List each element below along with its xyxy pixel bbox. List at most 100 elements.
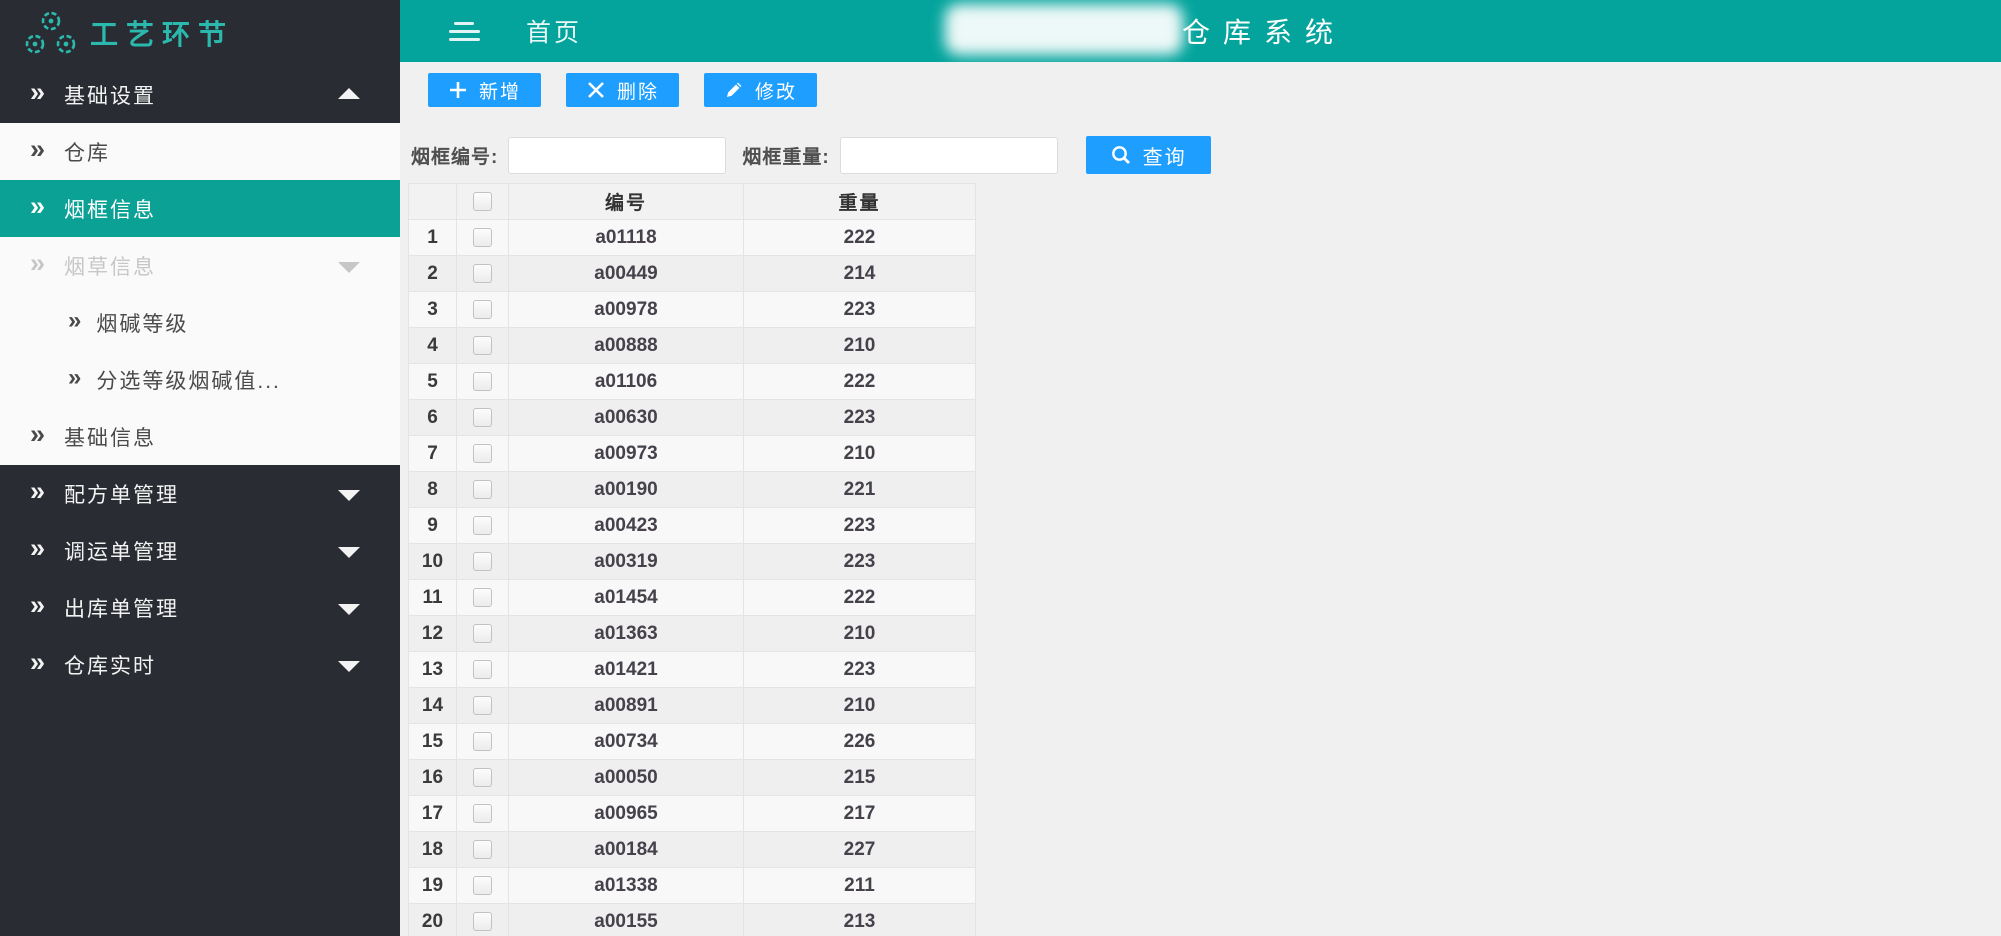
table-row[interactable]: 17 a00965 217	[409, 796, 976, 832]
row-checkbox[interactable]	[473, 372, 492, 391]
caret-down-icon	[338, 661, 360, 672]
sidebar-item[interactable]: » 烟框信息	[0, 180, 400, 237]
table-row[interactable]: 13 a01421 223	[409, 652, 976, 688]
double-chevron-icon: »	[30, 535, 47, 562]
table-row[interactable]: 10 a00319 223	[409, 544, 976, 580]
table-row[interactable]: 2 a00449 214	[409, 256, 976, 292]
code-field-label: 烟框编号:	[411, 142, 498, 169]
row-checkbox[interactable]	[473, 480, 492, 499]
double-chevron-icon: »	[30, 79, 47, 106]
table-header-row: 编号 重量	[409, 184, 976, 220]
table-row[interactable]: 15 a00734 226	[409, 724, 976, 760]
sidebar-item[interactable]: » 基础设置	[0, 66, 400, 123]
table-row[interactable]: 16 a00050 215	[409, 760, 976, 796]
row-code: a00190	[509, 472, 744, 508]
weight-input[interactable]	[840, 137, 1058, 174]
pencil-icon	[724, 80, 744, 100]
row-index: 20	[409, 904, 457, 936]
double-chevron-icon: »	[30, 193, 47, 220]
table-row[interactable]: 8 a00190 221	[409, 472, 976, 508]
row-weight: 213	[744, 904, 976, 936]
row-checkbox[interactable]	[473, 408, 492, 427]
row-checkbox[interactable]	[473, 840, 492, 859]
table-row[interactable]: 18 a00184 227	[409, 832, 976, 868]
add-button-label: 新增	[479, 77, 521, 104]
table-row[interactable]: 12 a01363 210	[409, 616, 976, 652]
sidebar-item[interactable]: » 调运单管理	[0, 522, 400, 579]
sidebar: 工艺环节 » 基础设置 » 仓库 » 烟框信息 » 烟草信息 » 烟碱等级 » …	[0, 0, 400, 936]
row-weight: 210	[744, 616, 976, 652]
caret-down-icon	[338, 262, 360, 273]
table-row[interactable]: 1 a01118 222	[409, 220, 976, 256]
table-row[interactable]: 3 a00978 223	[409, 292, 976, 328]
hamburger-icon[interactable]	[448, 17, 480, 46]
sidebar-item[interactable]: » 出库单管理	[0, 579, 400, 636]
row-weight: 217	[744, 796, 976, 832]
row-code: a01338	[509, 868, 744, 904]
table-row[interactable]: 6 a00630 223	[409, 400, 976, 436]
row-checkbox[interactable]	[473, 768, 492, 787]
row-index: 17	[409, 796, 457, 832]
sidebar-item[interactable]: » 仓库	[0, 123, 400, 180]
row-checkbox[interactable]	[473, 912, 492, 931]
row-checkbox[interactable]	[473, 444, 492, 463]
sidebar-item[interactable]: » 分选等级烟碱值...	[0, 351, 400, 408]
row-checkbox[interactable]	[473, 552, 492, 571]
table-row[interactable]: 5 a01106 222	[409, 364, 976, 400]
row-checkbox[interactable]	[473, 588, 492, 607]
row-weight: 210	[744, 328, 976, 364]
row-checkbox[interactable]	[473, 624, 492, 643]
row-checkbox[interactable]	[473, 336, 492, 355]
row-checkbox[interactable]	[473, 300, 492, 319]
row-checkbox[interactable]	[473, 732, 492, 751]
add-button[interactable]: 新增	[428, 73, 541, 107]
code-column-header: 编号	[509, 184, 744, 220]
modify-button[interactable]: 修改	[704, 73, 817, 107]
row-checkbox[interactable]	[473, 876, 492, 895]
weight-field-label: 烟框重量:	[742, 142, 829, 169]
row-checkbox[interactable]	[473, 696, 492, 715]
table-row[interactable]: 19 a01338 211	[409, 868, 976, 904]
row-index: 4	[409, 328, 457, 364]
sidebar-item[interactable]: » 配方单管理	[0, 465, 400, 522]
table-row[interactable]: 11 a01454 222	[409, 580, 976, 616]
row-index: 3	[409, 292, 457, 328]
row-weight: 223	[744, 508, 976, 544]
row-index: 13	[409, 652, 457, 688]
row-checkbox[interactable]	[473, 516, 492, 535]
sidebar-item[interactable]: » 烟草信息	[0, 237, 400, 294]
table-row[interactable]: 14 a00891 210	[409, 688, 976, 724]
table-row[interactable]: 4 a00888 210	[409, 328, 976, 364]
sidebar-item[interactable]: » 烟碱等级	[0, 294, 400, 351]
delete-button[interactable]: 删除	[566, 73, 679, 107]
row-weight: 214	[744, 256, 976, 292]
sidebar-item[interactable]: » 基础信息	[0, 408, 400, 465]
query-button-label: 查询	[1143, 141, 1187, 170]
row-code: a01106	[509, 364, 744, 400]
sidebar-item-label: 基础信息	[64, 422, 156, 452]
row-weight: 223	[744, 652, 976, 688]
row-checkbox[interactable]	[473, 660, 492, 679]
sidebar-item-label: 烟框信息	[64, 194, 156, 224]
query-button[interactable]: 查询	[1086, 136, 1211, 174]
table-row[interactable]: 7 a00973 210	[409, 436, 976, 472]
sidebar-item-label: 配方单管理	[64, 479, 179, 509]
double-chevron-icon: »	[30, 250, 47, 277]
row-weight: 211	[744, 868, 976, 904]
page-title: 首页	[526, 13, 582, 49]
main-area: 首页 仓库系统 新增 删除 修改 烟框编号:	[400, 0, 2001, 936]
row-checkbox[interactable]	[473, 804, 492, 823]
double-chevron-icon: »	[30, 649, 47, 676]
magnifier-icon	[1110, 144, 1132, 166]
row-checkbox[interactable]	[473, 264, 492, 283]
select-all-checkbox[interactable]	[473, 192, 492, 211]
sidebar-item[interactable]: » 仓库实时	[0, 636, 400, 693]
double-chevron-icon: »	[30, 478, 47, 505]
table-row[interactable]: 20 a00155 213	[409, 904, 976, 936]
code-input[interactable]	[508, 137, 726, 174]
row-index: 6	[409, 400, 457, 436]
table-row[interactable]: 9 a00423 223	[409, 508, 976, 544]
row-checkbox[interactable]	[473, 228, 492, 247]
row-code: a01454	[509, 580, 744, 616]
row-code: a00155	[509, 904, 744, 936]
